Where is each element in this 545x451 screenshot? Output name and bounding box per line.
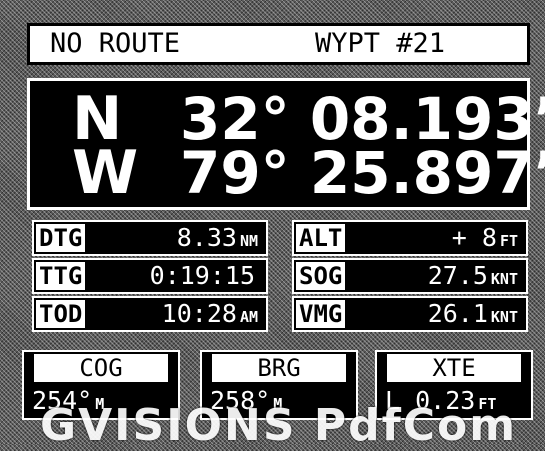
- readout-dtg: DTG 8.33 NM: [32, 220, 268, 256]
- readout-sog: SOG 27.5 KNT: [292, 258, 528, 294]
- waypoint-label: WYPT #21: [315, 28, 446, 59]
- readout-vmg: VMG 26.1 KNT: [292, 296, 528, 332]
- position-panel: N 32° 08.193’ W 79° 25.897’: [27, 78, 545, 210]
- readout-value: + 8 FT: [452, 222, 518, 254]
- readout-tag: DTG: [36, 224, 86, 252]
- readout-value: 0:19:15: [150, 260, 258, 292]
- longitude-value: 79° 25.897’: [180, 139, 545, 207]
- readout-number: 0:19:15: [149, 261, 255, 290]
- readout-value: 26.1 KNT: [428, 298, 518, 330]
- readout-number: + 8: [451, 223, 497, 252]
- course-tag: XTE: [387, 354, 521, 382]
- readout-tag: TOD: [36, 300, 86, 328]
- route-status-text: NO ROUTE: [50, 28, 181, 59]
- readout-value: 8.33 NM: [177, 222, 258, 254]
- watermark-text: GVISIONS PdfCom: [40, 400, 518, 451]
- route-status-bar: NO ROUTE WYPT #21: [27, 23, 530, 65]
- readout-unit: NM: [239, 232, 258, 250]
- readout-tod: TOD 10:28 AM: [32, 296, 268, 332]
- readout-unit: FT: [499, 232, 518, 250]
- readout-tag: SOG: [296, 262, 346, 290]
- course-tag: COG: [34, 354, 168, 382]
- longitude-hemisphere: W: [72, 138, 139, 208]
- readout-ttg: TTG 0:19:15: [32, 258, 268, 294]
- readout-number: 8.33: [176, 223, 237, 252]
- readout-tag: TTG: [36, 262, 86, 290]
- readout-unit: KNT: [490, 270, 518, 288]
- readout-unit: KNT: [490, 308, 518, 326]
- readout-number: 10:28: [161, 299, 237, 328]
- readout-unit: AM: [239, 308, 258, 326]
- readout-alt: ALT + 8 FT: [292, 220, 528, 256]
- readout-number: 27.5: [427, 261, 488, 290]
- readout-number: 26.1: [427, 299, 488, 328]
- course-tag: BRG: [212, 354, 346, 382]
- readout-value: 27.5 KNT: [428, 260, 518, 292]
- readout-tag: ALT: [296, 224, 346, 252]
- readout-tag: VMG: [296, 300, 346, 328]
- readout-value: 10:28 AM: [162, 298, 258, 330]
